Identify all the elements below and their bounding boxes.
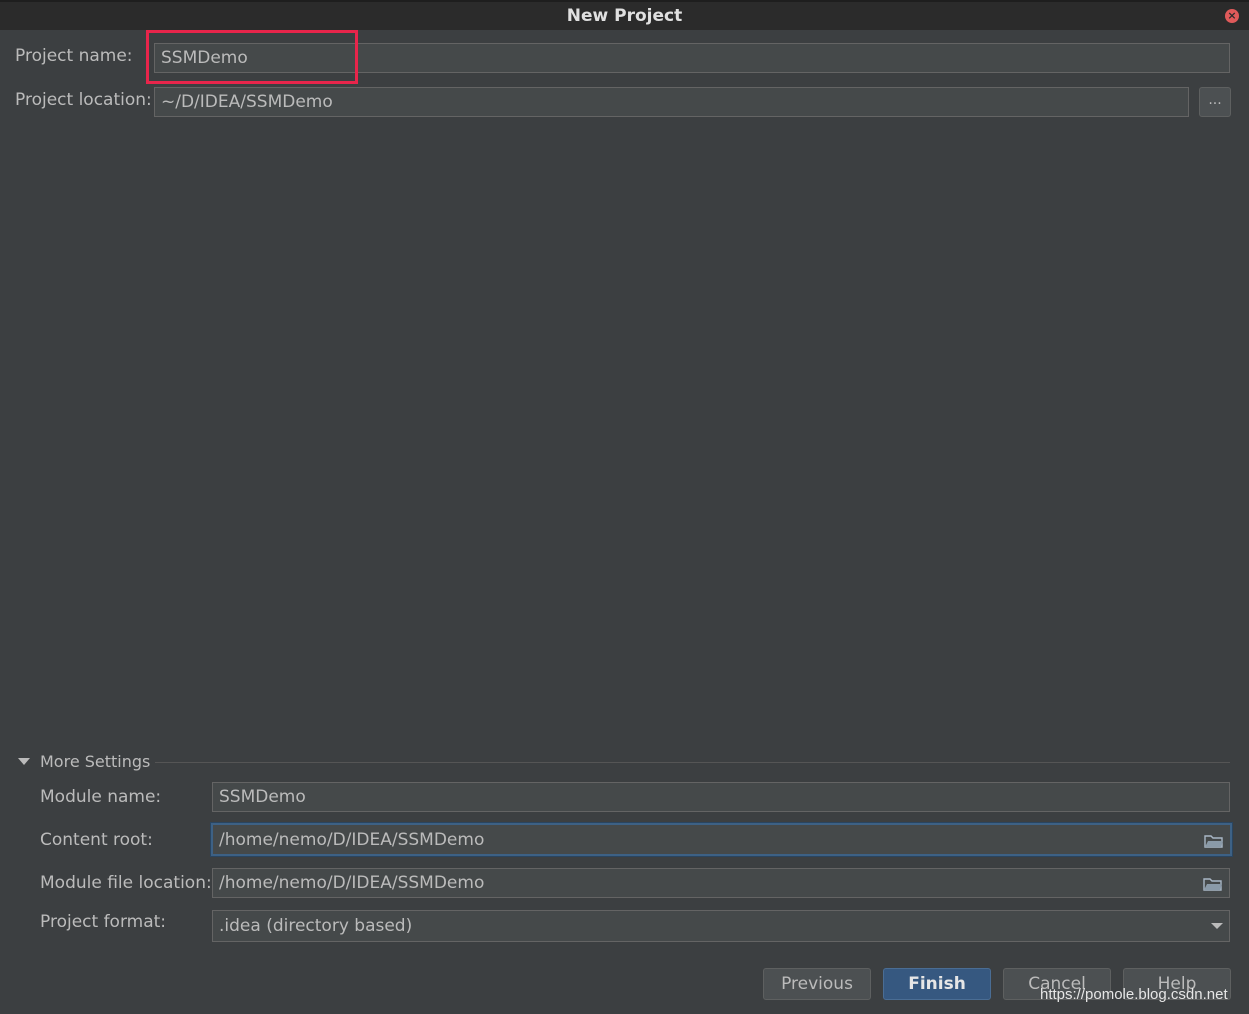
project-name-value: SSMDemo: [161, 48, 248, 68]
folder-icon[interactable]: [1203, 876, 1223, 891]
more-settings-toggle[interactable]: More Settings: [18, 752, 150, 771]
module-file-location-label: Module file location:: [40, 873, 212, 893]
chevron-down-icon: [1211, 923, 1223, 929]
project-format-value: .idea (directory based): [219, 916, 413, 936]
dialog-title: New Project: [566, 6, 683, 26]
title-bar: New Project ×: [0, 0, 1249, 30]
project-location-value: ~/D/IDEA/SSMDemo: [161, 92, 333, 112]
finish-button[interactable]: Finish: [883, 968, 991, 1000]
project-location-input[interactable]: ~/D/IDEA/SSMDemo: [154, 87, 1189, 117]
close-icon[interactable]: ×: [1225, 9, 1239, 23]
project-name-input[interactable]: SSMDemo: [154, 43, 1230, 73]
project-format-label: Project format:: [40, 912, 167, 932]
content-root-value: /home/nemo/D/IDEA/SSMDemo: [219, 829, 485, 850]
section-divider: [155, 762, 1230, 763]
module-file-location-input[interactable]: /home/nemo/D/IDEA/SSMDemo: [212, 868, 1230, 898]
browse-location-button[interactable]: ...: [1199, 87, 1231, 117]
content-root-label: Content root:: [40, 830, 153, 850]
module-file-location-value: /home/nemo/D/IDEA/SSMDemo: [219, 873, 485, 893]
folder-icon[interactable]: [1204, 833, 1224, 848]
watermark: https://pomole.blog.csdn.net: [1040, 986, 1228, 1003]
new-project-dialog: New Project × Project name: SSMDemo Proj…: [0, 0, 1249, 1014]
previous-button[interactable]: Previous: [763, 968, 871, 1000]
project-location-label: Project location:: [15, 90, 152, 110]
module-name-label: Module name:: [40, 787, 162, 807]
module-name-value: SSMDemo: [219, 787, 306, 807]
expand-triangle-icon: [18, 758, 30, 765]
more-settings-label: More Settings: [40, 752, 151, 771]
content-root-input[interactable]: /home/nemo/D/IDEA/SSMDemo: [211, 823, 1232, 856]
project-format-select[interactable]: .idea (directory based): [212, 910, 1230, 942]
module-name-input[interactable]: SSMDemo: [212, 782, 1230, 812]
project-name-label: Project name:: [15, 46, 133, 66]
